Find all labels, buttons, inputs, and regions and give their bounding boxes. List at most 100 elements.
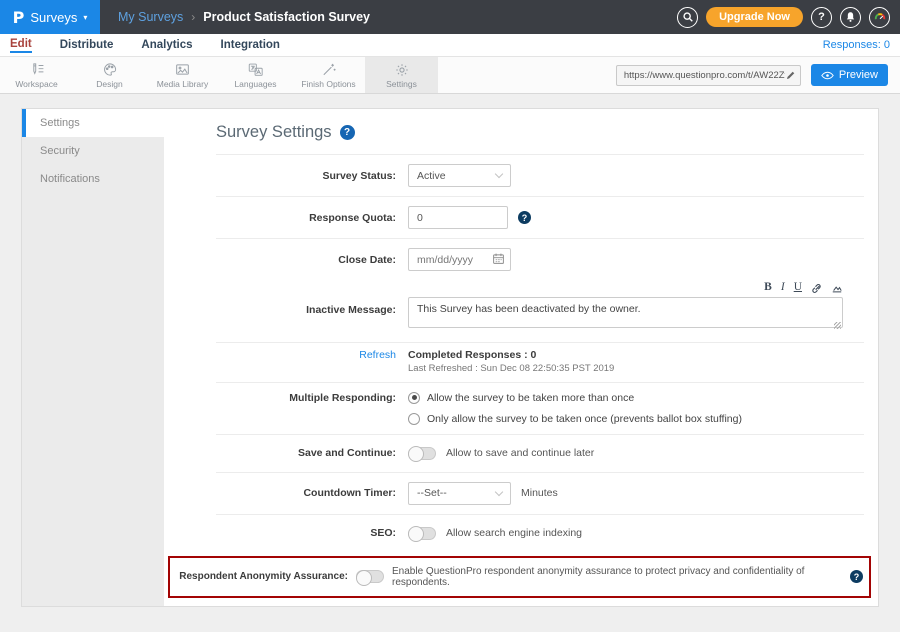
survey-status-select[interactable]: Active xyxy=(408,164,511,187)
calendar-icon[interactable] xyxy=(492,252,505,265)
response-quota-row: Response Quota: ? xyxy=(216,197,864,239)
chevron-down-icon xyxy=(495,170,503,178)
completed-responses-text: Completed Responses : 0 xyxy=(408,349,614,361)
refresh-link[interactable]: Refresh xyxy=(216,349,396,361)
bold-button[interactable]: B xyxy=(764,282,772,294)
anonymity-toggle[interactable] xyxy=(356,570,384,583)
save-continue-toggle[interactable] xyxy=(408,447,436,460)
toolbar-item-workspace[interactable]: Workspace xyxy=(0,57,73,93)
radio-selected-icon[interactable] xyxy=(408,392,420,404)
breadcrumb-my-surveys[interactable]: My Surveys xyxy=(118,10,183,24)
countdown-minutes-text: Minutes xyxy=(521,487,558,499)
toolbar-right: Preview xyxy=(616,57,888,93)
notifications-button[interactable] xyxy=(840,7,861,28)
settings-main: Survey Settings ? Survey Status: Active … xyxy=(164,109,878,606)
response-quota-input[interactable] xyxy=(408,206,508,229)
preview-button[interactable]: Preview xyxy=(811,64,888,86)
settings-sidebar: Settings Security Notifications xyxy=(22,109,164,606)
seo-text: Allow search engine indexing xyxy=(446,527,582,539)
help-button[interactable]: ? xyxy=(811,7,832,28)
toolbar-item-settings[interactable]: Settings xyxy=(365,57,438,93)
toolbar-item-design[interactable]: Design xyxy=(73,57,146,93)
workspace-icon xyxy=(29,62,45,77)
chevron-down-icon: ▾ xyxy=(83,13,87,22)
countdown-timer-select[interactable]: --Set-- xyxy=(408,482,511,505)
radio-unselected-icon[interactable] xyxy=(408,413,420,425)
anonymity-help-icon[interactable]: ? xyxy=(850,570,863,583)
questionpro-logo: P xyxy=(13,8,25,27)
edit-toolbar: Workspace Design Media Library Languages… xyxy=(0,56,900,94)
search-icon xyxy=(682,11,694,23)
tab-distribute[interactable]: Distribute xyxy=(60,39,114,52)
radio-only-once-label: Only allow the survey to be taken once (… xyxy=(427,413,742,425)
settings-card: Settings Security Notifications Survey S… xyxy=(21,108,879,607)
underline-button[interactable]: U xyxy=(794,282,802,294)
survey-url-input[interactable] xyxy=(624,70,785,81)
response-quota-help-icon[interactable]: ? xyxy=(518,211,531,224)
chevron-down-icon xyxy=(495,487,503,495)
usage-gauge-icon xyxy=(873,10,887,24)
radio-only-once[interactable]: Only allow the survey to be taken once (… xyxy=(408,413,742,425)
seo-toggle[interactable] xyxy=(408,527,436,540)
tab-edit[interactable]: Edit xyxy=(10,38,32,53)
toolbar-label-design: Design xyxy=(96,79,122,89)
insert-image-button[interactable] xyxy=(831,283,843,294)
account-usage-button[interactable] xyxy=(869,7,890,28)
settings-gear-icon xyxy=(394,62,410,78)
survey-status-value: Active xyxy=(417,170,446,182)
toolbar-item-finish-options[interactable]: Finish Options xyxy=(292,57,365,93)
design-palette-icon xyxy=(102,62,118,77)
toolbar-label-languages: Languages xyxy=(234,79,276,89)
save-continue-text: Allow to save and continue later xyxy=(446,447,594,459)
response-quota-label: Response Quota: xyxy=(216,212,396,224)
toolbar-label-finish-options: Finish Options xyxy=(301,79,355,89)
survey-status-label: Survey Status: xyxy=(216,170,396,182)
save-continue-row: Save and Continue: Allow to save and con… xyxy=(216,435,864,473)
breadcrumb: My Surveys › Product Satisfaction Survey xyxy=(118,10,370,24)
italic-button[interactable]: I xyxy=(781,282,785,294)
sidebar-item-settings[interactable]: Settings xyxy=(22,109,164,137)
edit-url-pencil-icon[interactable] xyxy=(785,70,796,81)
breadcrumb-separator-icon: › xyxy=(191,10,195,24)
media-library-icon xyxy=(174,62,191,77)
toolbar-label-media-library: Media Library xyxy=(157,79,209,89)
refresh-row: Refresh Completed Responses : 0 Last Ref… xyxy=(216,349,864,383)
responses-count[interactable]: Responses: 0 xyxy=(823,39,890,51)
radio-allow-multiple[interactable]: Allow the survey to be taken more than o… xyxy=(408,392,742,404)
anonymity-highlight-box: Respondent Anonymity Assurance: Enable Q… xyxy=(168,556,871,598)
seo-label: SEO: xyxy=(216,527,396,539)
multiple-responding-label: Multiple Responding: xyxy=(216,392,396,404)
survey-url-box[interactable] xyxy=(616,65,801,86)
preview-button-label: Preview xyxy=(839,69,878,81)
toolbar-item-media-library[interactable]: Media Library xyxy=(146,57,219,93)
magic-wand-icon xyxy=(321,62,337,77)
format-toolbar: B I U xyxy=(408,282,843,294)
close-date-row: Close Date: xyxy=(216,239,864,280)
toolbar-label-workspace: Workspace xyxy=(15,79,57,89)
tab-integration[interactable]: Integration xyxy=(221,39,280,52)
upgrade-now-button[interactable]: Upgrade Now xyxy=(706,7,803,27)
sidebar-item-notifications[interactable]: Notifications xyxy=(22,165,164,193)
multiple-responding-row: Multiple Responding: Allow the survey to… xyxy=(216,383,864,435)
surveys-menu[interactable]: P Surveys ▾ xyxy=(0,0,100,34)
textarea-resize-handle[interactable] xyxy=(834,322,841,329)
languages-icon xyxy=(247,62,264,77)
question-mark-icon: ? xyxy=(818,11,825,23)
surveys-menu-label: Surveys xyxy=(30,10,77,25)
inactive-message-textarea[interactable]: This Survey has been deactivated by the … xyxy=(408,297,843,328)
survey-settings-help-icon[interactable]: ? xyxy=(340,125,355,140)
toolbar-item-languages[interactable]: Languages xyxy=(219,57,292,93)
countdown-timer-row: Countdown Timer: --Set-- Minutes xyxy=(216,473,864,515)
anonymity-text: Enable QuestionPro respondent anonymity … xyxy=(392,566,842,588)
search-button[interactable] xyxy=(677,7,698,28)
bell-icon xyxy=(845,11,856,23)
breadcrumb-current-survey: Product Satisfaction Survey xyxy=(203,10,370,24)
survey-status-row: Survey Status: Active xyxy=(216,155,864,197)
inactive-message-label: Inactive Message: xyxy=(216,282,396,316)
close-date-label: Close Date: xyxy=(216,254,396,266)
link-button[interactable] xyxy=(811,283,822,294)
seo-row: SEO: Allow search engine indexing xyxy=(216,515,864,552)
sidebar-item-security[interactable]: Security xyxy=(22,137,164,165)
topbar-actions: Upgrade Now ? xyxy=(677,7,890,28)
tab-analytics[interactable]: Analytics xyxy=(141,39,192,52)
